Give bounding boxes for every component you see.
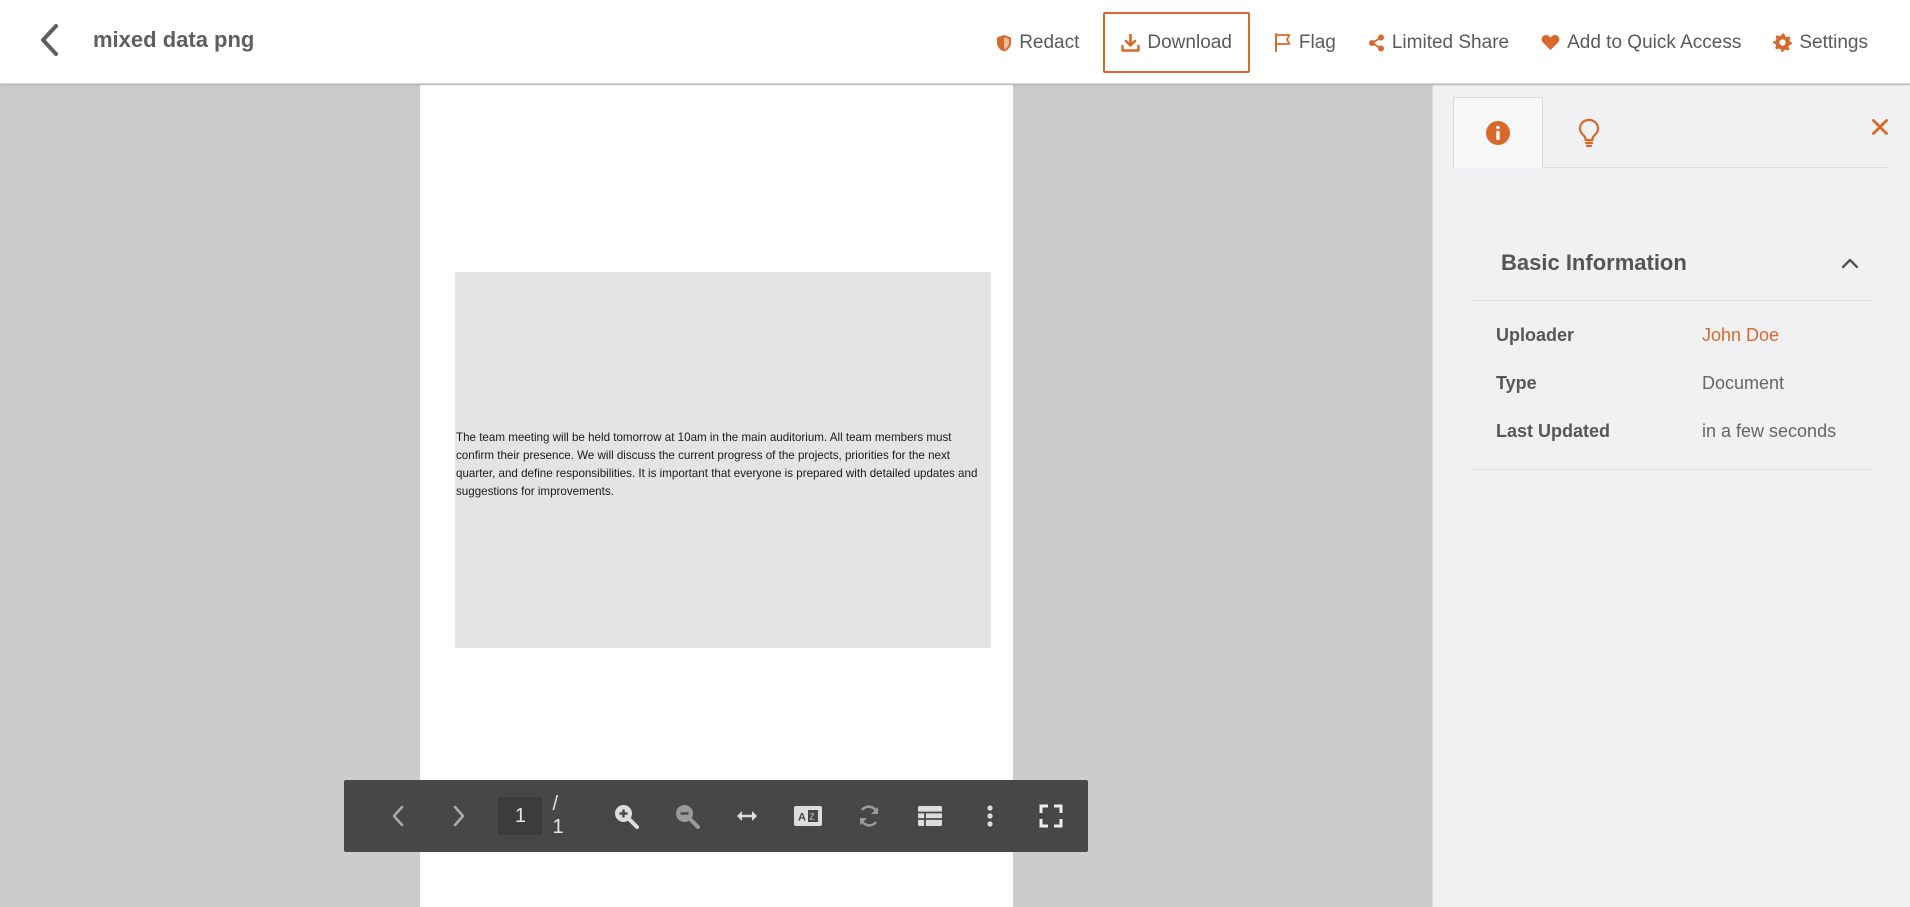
- redact-label: Redact: [1019, 31, 1080, 53]
- chevron-up-icon: [1841, 258, 1859, 269]
- redact-button[interactable]: Redact: [980, 12, 1095, 73]
- top-bar: mixed data png Redact Download Flag Limi…: [0, 0, 1910, 84]
- fullscreen-button[interactable]: [1027, 791, 1075, 841]
- svg-text:A: A: [798, 812, 806, 824]
- info-row-uploader: Uploader John Doe: [1473, 311, 1874, 359]
- info-value: in a few seconds: [1702, 420, 1837, 441]
- info-row-last-updated: Last Updated in a few seconds: [1473, 407, 1874, 455]
- svg-text:Z: Z: [810, 813, 815, 822]
- download-button[interactable]: Download: [1103, 12, 1250, 73]
- arrows-horizontal-icon: [737, 811, 758, 821]
- info-label: Uploader: [1496, 324, 1575, 345]
- viewer-toolbar: / 1 A Z: [344, 780, 1088, 852]
- info-row-type: Type Document: [1473, 359, 1874, 407]
- thumbnails-button[interactable]: [906, 791, 954, 841]
- settings-button[interactable]: Settings: [1757, 12, 1884, 73]
- chevron-left-icon: [41, 24, 58, 56]
- flag-button[interactable]: Flag: [1258, 12, 1352, 73]
- refresh-icon: [859, 805, 879, 827]
- uploader-link[interactable]: John Doe: [1702, 325, 1779, 346]
- gear-icon: [1773, 33, 1793, 52]
- page-number-input[interactable]: [498, 797, 543, 835]
- page-text: The team meeting will be held tomorrow a…: [456, 431, 978, 498]
- text-recognition-button[interactable]: A Z: [784, 791, 832, 841]
- document-title: mixed data png: [93, 27, 255, 52]
- settings-label: Settings: [1799, 31, 1868, 53]
- page-total: / 1: [552, 793, 564, 838]
- previous-page-button[interactable]: [374, 791, 422, 841]
- add-to-quick-access-button[interactable]: Add to Quick Access: [1525, 12, 1757, 73]
- page-image: The team meeting will be held tomorrow a…: [455, 272, 991, 648]
- chevron-left-icon: [392, 805, 404, 827]
- back-button[interactable]: [34, 22, 66, 58]
- download-icon: [1121, 33, 1141, 52]
- zoom-out-icon: [675, 805, 700, 829]
- heart-icon: [1541, 34, 1560, 50]
- info-rows: Uploader John Doe Type Document Last Upd…: [1473, 301, 1874, 470]
- info-icon: [1486, 120, 1510, 145]
- action-bar: Redact Download Flag Limited Share Add t…: [980, 12, 1884, 73]
- fit-width-button[interactable]: [724, 791, 772, 841]
- close-icon: [1872, 119, 1888, 135]
- shield-icon: [997, 34, 1012, 51]
- chevron-right-icon: [453, 805, 464, 827]
- document-viewer: The team meeting will be held tomorrow a…: [0, 85, 1432, 907]
- info-label: Last Updated: [1496, 420, 1611, 441]
- more-options-button[interactable]: [967, 791, 1015, 841]
- zoom-in-icon: [615, 805, 639, 829]
- tab-info[interactable]: [1453, 97, 1543, 168]
- quick-access-label: Add to Quick Access: [1567, 31, 1742, 53]
- next-page-button[interactable]: [435, 791, 483, 841]
- panel-tabs: [1453, 97, 1888, 168]
- close-panel-button[interactable]: [1866, 113, 1894, 141]
- zoom-in-button[interactable]: [602, 791, 650, 841]
- info-value: Document: [1702, 372, 1785, 393]
- tab-insights[interactable]: [1544, 97, 1634, 168]
- zoom-out-button[interactable]: [663, 791, 711, 841]
- more-vertical-icon: [987, 805, 994, 827]
- section-title: Basic Information: [1501, 250, 1687, 275]
- basic-information-section: Basic Information Uploader John Doe Type…: [1473, 226, 1874, 470]
- info-label: Type: [1496, 372, 1537, 393]
- rotate-button[interactable]: [845, 791, 893, 841]
- details-panel: Basic Information Uploader John Doe Type…: [1432, 85, 1910, 907]
- list-icon: [917, 806, 942, 826]
- download-label: Download: [1147, 31, 1232, 53]
- lightbulb-icon: [1578, 118, 1600, 147]
- section-header[interactable]: Basic Information: [1473, 226, 1874, 301]
- text-layer-icon: A Z: [794, 806, 823, 826]
- limited-share-label: Limited Share: [1391, 31, 1510, 53]
- limited-share-button[interactable]: Limited Share: [1352, 12, 1525, 73]
- flag-label: Flag: [1298, 31, 1336, 53]
- flag-icon: [1274, 33, 1291, 52]
- fullscreen-icon: [1039, 804, 1063, 828]
- share-icon: [1368, 34, 1384, 51]
